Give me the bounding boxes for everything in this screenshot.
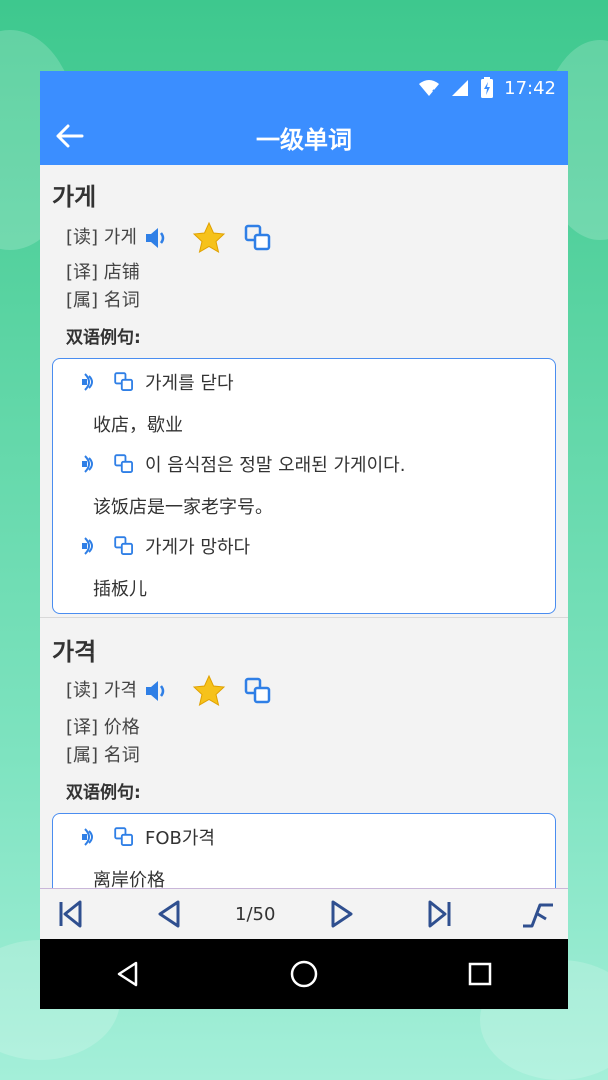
home-circle-icon[interactable] (289, 959, 319, 989)
pos-row: [属] 名词 (66, 287, 140, 315)
jump-page-button[interactable] (508, 894, 568, 934)
examples-label: 双语例句: (66, 783, 141, 803)
word-reading: 가격 (103, 680, 137, 701)
word-headword: 가게 (52, 183, 97, 211)
copy-icon[interactable] (113, 535, 135, 557)
read-prefix: [读] (66, 680, 99, 701)
copy-icon[interactable] (243, 223, 273, 253)
next-page-button[interactable] (313, 894, 373, 934)
status-bar: 17:42 (40, 71, 568, 107)
read-row: [读] 가게 (66, 221, 273, 255)
last-page-button[interactable] (410, 894, 470, 934)
word-translation: 价格 (103, 717, 140, 738)
example-chinese: 收店，歇业 (93, 415, 183, 436)
status-time: 17:42 (504, 77, 556, 99)
example-chinese: 该饭店是一家老字号。 (93, 497, 273, 518)
page-title: 一级单词 (256, 126, 352, 154)
page-indicator: 1/50 (235, 903, 276, 925)
battery-charging-icon (481, 77, 494, 98)
back-triangle-icon[interactable] (114, 959, 142, 989)
copy-icon[interactable] (113, 453, 135, 475)
word-pos: 名词 (103, 290, 140, 311)
examples-box: 가게를 닫다 收店，歇业 이 음식점은 정말 오래된 가게이다. 该饭店是一家老… (52, 358, 556, 614)
example-korean: FOB가격 (145, 828, 215, 849)
speaker-icon[interactable] (143, 677, 171, 705)
favorite-star-icon[interactable] (191, 674, 227, 708)
first-page-button[interactable] (40, 894, 100, 934)
wifi-icon (419, 80, 440, 96)
skip-last-icon (428, 900, 451, 928)
example-korean: 이 음식점은 정말 오래된 가게이다. (145, 455, 406, 476)
pager-bar: 1/50 (40, 888, 568, 939)
pos-row: [属] 名词 (66, 742, 140, 770)
triangle-right-icon (331, 900, 353, 928)
examples-box: FOB가격 离岸价格 (52, 813, 556, 888)
audio-play-icon[interactable] (79, 370, 103, 394)
signal-icon (452, 80, 469, 96)
app-bar: 一级单词 (40, 107, 568, 165)
word-entry: 가격 [读] 가격 [译] 价格 [属] 名词 双语例句: FOB가격 离岸价格 (40, 618, 568, 888)
word-headword: 가격 (52, 638, 97, 666)
example-korean: 가게를 닫다 (145, 373, 234, 394)
recents-square-icon[interactable] (466, 960, 494, 988)
word-list[interactable]: 가게 [读] 가게 [译] 店铺 [属] 名词 双语例句: 가게를 닫다 收店，… (40, 165, 568, 888)
example-korean: 가게가 망하다 (145, 537, 251, 558)
speaker-icon[interactable] (143, 224, 171, 252)
word-pos: 名词 (103, 745, 140, 766)
prev-page-button[interactable] (138, 894, 198, 934)
examples-label: 双语例句: (66, 328, 141, 348)
audio-play-icon[interactable] (79, 452, 103, 476)
word-entry: 가게 [读] 가게 [译] 店铺 [属] 名词 双语例句: 가게를 닫다 收店，… (40, 165, 568, 617)
example-sentence: 가게를 닫다 (79, 369, 234, 395)
example-sentence: 이 음식점은 정말 오래된 가게이다. (79, 451, 405, 477)
audio-play-icon[interactable] (79, 534, 103, 558)
example-sentence: 가게가 망하다 (79, 533, 250, 559)
skip-first-icon (59, 900, 82, 928)
favorite-star-icon[interactable] (191, 221, 227, 255)
copy-icon[interactable] (113, 826, 135, 848)
word-translation: 店铺 (103, 262, 140, 283)
pos-prefix: [属] (66, 290, 99, 311)
pos-prefix: [属] (66, 745, 99, 766)
translation-row: [译] 店铺 (66, 259, 140, 287)
example-chinese: 插板儿 (93, 579, 147, 600)
phone-screen: 17:42 一级单词 가게 [读] 가게 [译] 店铺 [属] 名词 双语例句:… (40, 71, 568, 1009)
system-nav-bar (40, 939, 568, 1009)
example-sentence: FOB가격 (79, 824, 215, 850)
trans-prefix: [译] (66, 262, 99, 283)
trans-prefix: [译] (66, 717, 99, 738)
word-reading: 가게 (103, 227, 137, 248)
triangle-left-icon (158, 900, 180, 928)
copy-icon[interactable] (243, 676, 273, 706)
copy-icon[interactable] (113, 371, 135, 393)
read-row: [读] 가격 (66, 674, 273, 708)
audio-play-icon[interactable] (79, 825, 103, 849)
jump-icon (523, 903, 553, 928)
example-chinese: 离岸价格 (93, 870, 165, 888)
read-prefix: [读] (66, 227, 99, 248)
translation-row: [译] 价格 (66, 714, 140, 742)
